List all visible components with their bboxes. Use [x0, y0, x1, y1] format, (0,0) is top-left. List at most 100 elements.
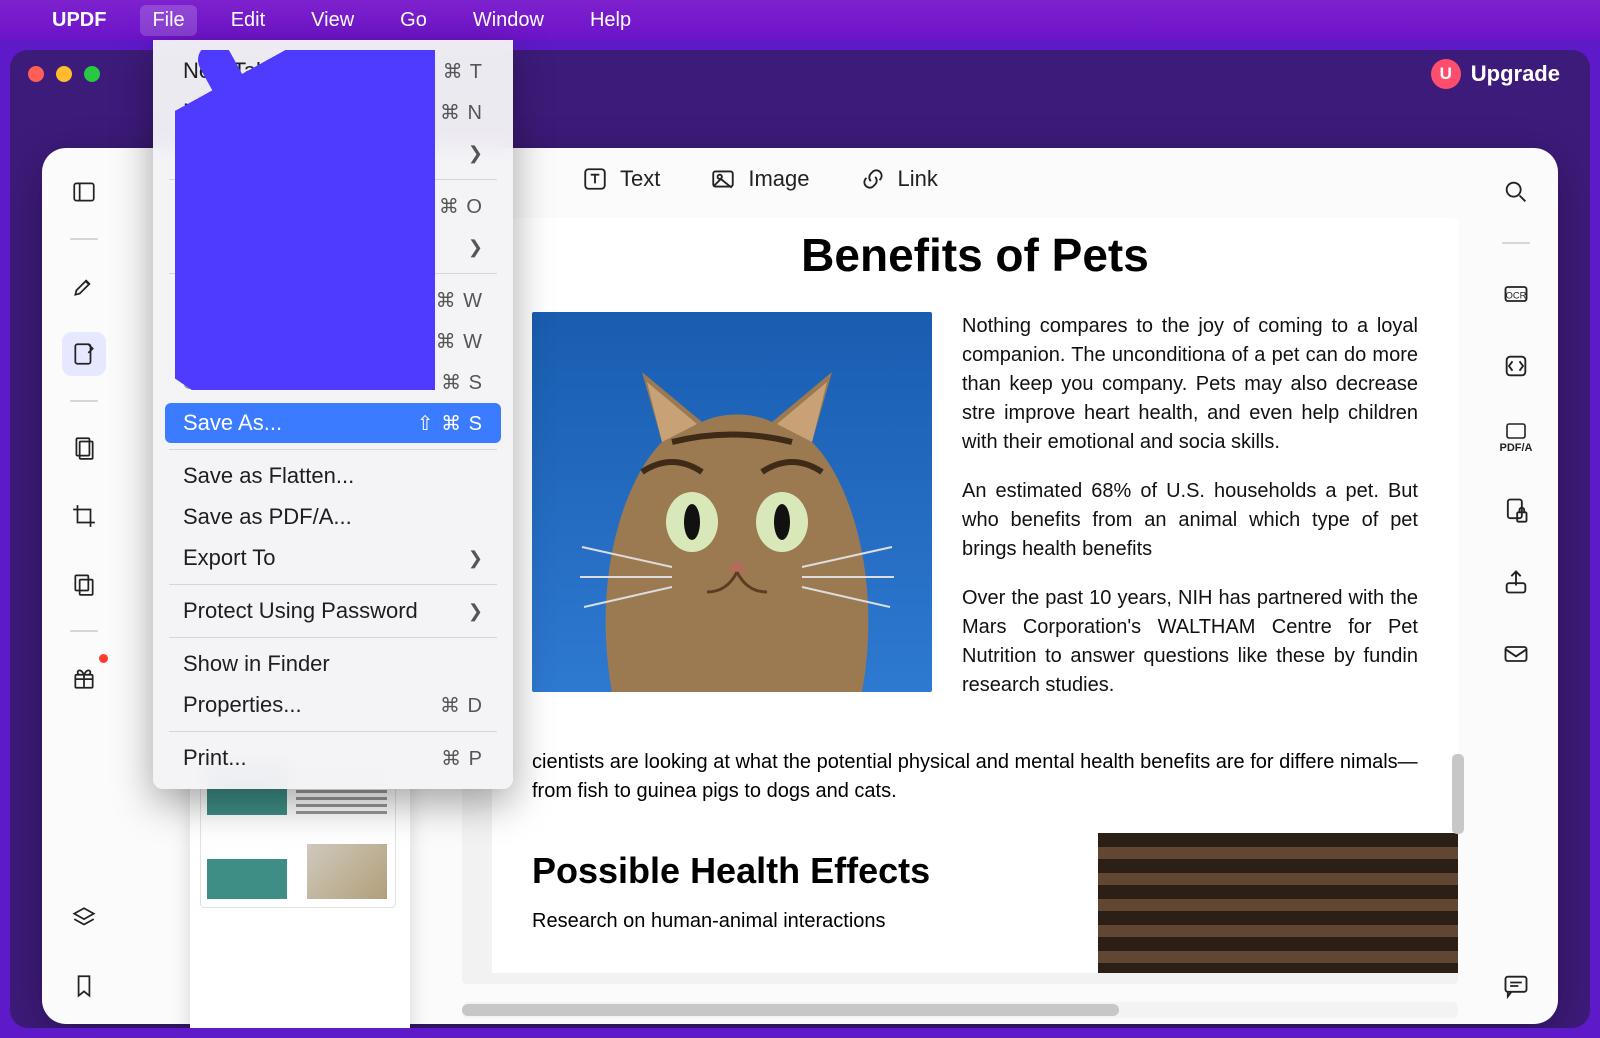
toolbar-text-label: Text [620, 166, 660, 192]
organize-tool-icon[interactable] [62, 426, 106, 470]
file-menu-item[interactable]: New Tab⌘ T [165, 51, 501, 91]
file-menu-item-label: Save as PDF/A... [183, 504, 352, 530]
menubar-help[interactable]: Help [578, 5, 643, 36]
upgrade-label: Upgrade [1471, 61, 1560, 87]
right-tool-rail: OCR PDF/A [1484, 164, 1548, 1008]
file-menu-item: Save... ⌘ S [165, 362, 501, 402]
protect-icon[interactable] [1494, 488, 1538, 532]
menubar-window[interactable]: Window [461, 5, 556, 36]
menubar-view[interactable]: View [299, 5, 366, 36]
separator [70, 630, 98, 632]
bookmark-tool-icon[interactable] [62, 964, 106, 1008]
horizontal-scroll-thumb[interactable] [462, 1004, 1119, 1016]
file-menu-item[interactable]: Create❯ [165, 133, 501, 173]
document-viewport[interactable]: Benefits of Pets [462, 218, 1458, 984]
file-menu-item-label: New Window [183, 99, 311, 125]
file-menu-item-label: Close Window [183, 328, 324, 354]
menubar-edit[interactable]: Edit [219, 5, 277, 36]
layers-tool-icon[interactable] [62, 896, 106, 940]
file-menu-item[interactable]: Protect Using Password ❯ [165, 591, 501, 631]
file-menu-item-label: Open... [183, 193, 255, 219]
crop-tool-icon[interactable] [62, 494, 106, 538]
horizontal-scrollbar[interactable] [462, 1002, 1458, 1018]
keyboard-shortcut: ⌘ O [439, 194, 483, 219]
chevron-right-icon: ❯ [468, 237, 483, 258]
file-menu-item-label: Create [183, 140, 249, 166]
left-tool-rail [52, 164, 116, 1008]
highlighter-tool-icon[interactable] [62, 264, 106, 308]
paragraph-3: Over the past 10 years, NIH has partnere… [962, 584, 1418, 700]
menubar-go[interactable]: Go [388, 5, 439, 36]
window-zoom-button[interactable] [84, 66, 100, 82]
keyboard-shortcut: ⌘ N [440, 100, 483, 125]
share-icon[interactable] [1494, 560, 1538, 604]
file-menu-item-label: Save as Flatten... [183, 463, 354, 489]
macos-menubar: UPDF File Edit View Go Window Help [0, 0, 1600, 40]
file-menu-item[interactable]: Print... ⌘ P [165, 738, 501, 778]
file-menu-item[interactable]: Close Tab⌘ W [165, 280, 501, 320]
file-menu-item[interactable]: New Window ⌘ N [165, 92, 501, 132]
document-page: Benefits of Pets [492, 218, 1458, 973]
secondary-image [1098, 833, 1458, 973]
file-menu-item[interactable]: Save as PDF/A... [165, 497, 501, 537]
chevron-right-icon: ❯ [468, 548, 483, 569]
toolbar-text-button[interactable]: Text [582, 166, 660, 192]
cat-image [532, 312, 932, 692]
separator [1502, 242, 1530, 244]
document-toolbar: Text Image Link [582, 166, 938, 192]
file-menu-item[interactable]: Export To ❯ [165, 538, 501, 578]
pdfa-label: PDF/A [1500, 442, 1533, 454]
file-menu-item[interactable]: Save as Flatten... [165, 456, 501, 496]
page-title: Benefits of Pets [532, 228, 1418, 282]
convert-icon[interactable] [1494, 344, 1538, 388]
file-menu-item-label: Print... [183, 745, 247, 771]
keyboard-shortcut: ⌘ P [441, 746, 483, 771]
file-menu-item-label: Open Recent [183, 234, 313, 260]
pdfa-icon[interactable]: PDF/A [1494, 416, 1538, 460]
toolbar-image-label: Image [748, 166, 809, 192]
file-menu-item-label: New Tab [183, 58, 268, 84]
keyboard-shortcut: ⇧ ⌘ W [411, 329, 483, 354]
upgrade-badge-icon: U [1431, 59, 1461, 89]
vertical-scroll-thumb[interactable] [1452, 754, 1464, 834]
reader-tool-icon[interactable] [62, 170, 106, 214]
window-minimize-button[interactable] [56, 66, 72, 82]
file-menu-item-label: Export To [183, 545, 276, 571]
paragraph-2: An estimated 68% of U.S. households a pe… [962, 477, 1418, 564]
edit-tool-icon[interactable] [62, 332, 106, 376]
svg-text:OCR: OCR [1506, 291, 1527, 301]
separator [70, 238, 98, 240]
paragraph-1: Nothing compares to the joy of coming to… [962, 312, 1418, 457]
vertical-scrollbar[interactable] [1450, 218, 1464, 984]
keyboard-shortcut: ⌘ S [441, 370, 483, 395]
keyboard-shortcut: ⇧ ⌘ S [417, 411, 483, 436]
toolbar-link-button[interactable]: Link [860, 166, 938, 192]
gift-tool-icon[interactable] [62, 656, 106, 700]
keyboard-shortcut: ⌘ D [440, 693, 483, 718]
file-menu-item[interactable]: Show in Finder [165, 644, 501, 684]
pages-tool-icon[interactable] [62, 562, 106, 606]
file-menu-item[interactable]: Close Window ⇧ ⌘ W [165, 321, 501, 361]
keyboard-shortcut: ⌘ W [436, 288, 483, 313]
file-menu-item[interactable]: Save As...⇧ ⌘ S [165, 403, 501, 443]
file-menu-item-label: Protect Using Password [183, 598, 418, 624]
toolbar-image-button[interactable]: Image [710, 166, 809, 192]
thumbnail-panel[interactable] [190, 748, 410, 1028]
file-menu-item-label: Save... [183, 369, 251, 395]
file-menu-item[interactable]: Open Recent ❯ [165, 227, 501, 267]
separator [70, 400, 98, 402]
ocr-icon[interactable]: OCR [1494, 272, 1538, 316]
paragraph-4: cientists are looking at what the potent… [532, 748, 1418, 806]
chevron-right-icon: ❯ [468, 601, 483, 622]
toolbar-link-label: Link [898, 166, 938, 192]
comment-icon[interactable] [1494, 964, 1538, 1008]
upgrade-button[interactable]: U Upgrade [1431, 59, 1572, 89]
file-menu-item[interactable]: Properties...⌘ D [165, 685, 501, 725]
file-menu-item[interactable]: Open... ⌘ O [165, 186, 501, 226]
file-menu-dropdown: New Tab⌘ TNew Window⌘ NCreate❯Open...⌘ O… [153, 40, 513, 789]
app-name[interactable]: UPDF [40, 5, 118, 36]
search-icon[interactable] [1494, 170, 1538, 214]
mail-icon[interactable] [1494, 632, 1538, 676]
window-close-button[interactable] [28, 66, 44, 82]
menubar-file[interactable]: File [140, 5, 196, 36]
